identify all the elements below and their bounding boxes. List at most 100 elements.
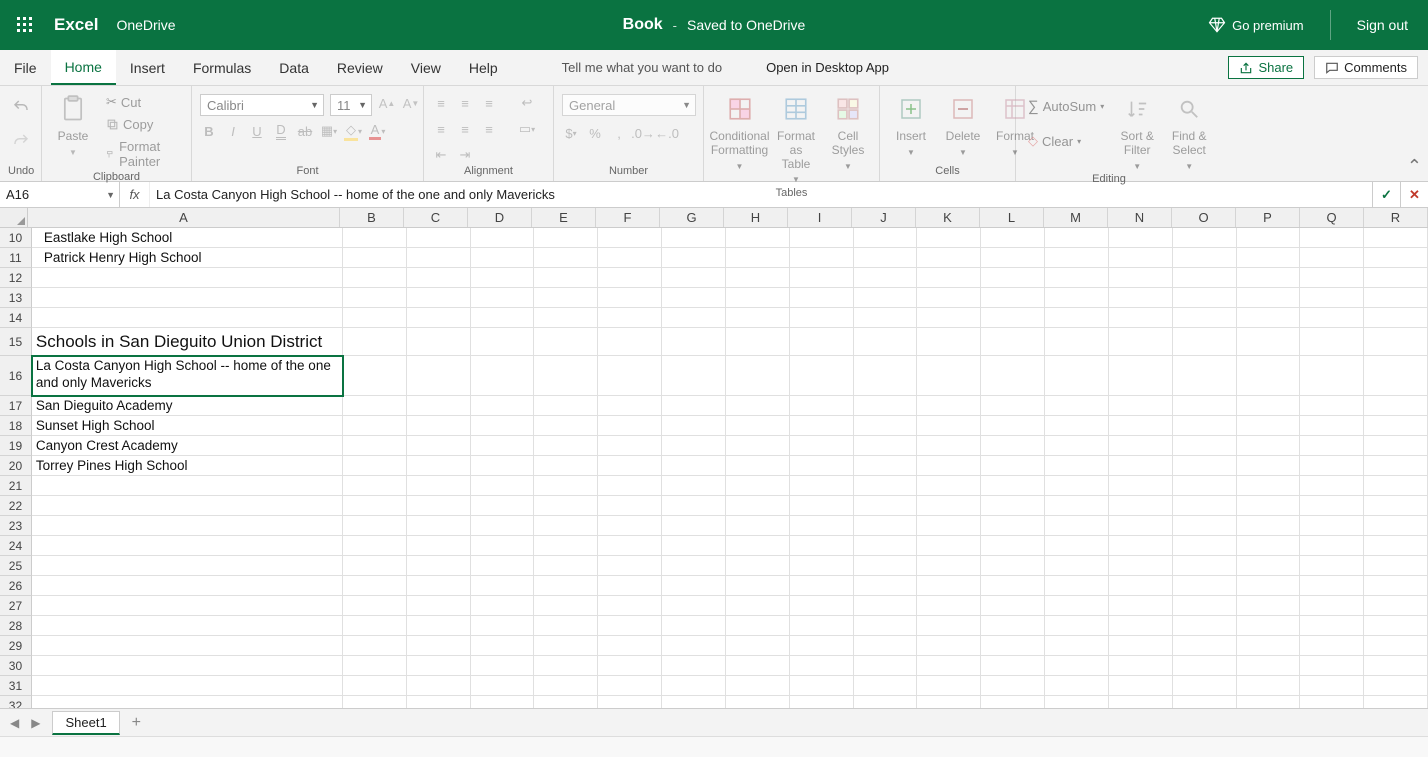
cell-R32[interactable] [1364, 696, 1428, 708]
cell-A12[interactable] [32, 268, 343, 288]
cell-E15[interactable] [534, 328, 598, 356]
cell-G13[interactable] [662, 288, 726, 308]
cell-N23[interactable] [1109, 516, 1173, 536]
cell-N32[interactable] [1109, 696, 1173, 708]
cell-C21[interactable] [407, 476, 471, 496]
cell-Q21[interactable] [1300, 476, 1364, 496]
cell-B29[interactable] [343, 636, 407, 656]
cell-J29[interactable] [854, 636, 918, 656]
cell-A31[interactable] [32, 676, 343, 696]
cell-K25[interactable] [917, 556, 981, 576]
cell-N20[interactable] [1109, 456, 1173, 476]
cell-K30[interactable] [917, 656, 981, 676]
cell-R26[interactable] [1364, 576, 1428, 596]
cell-F13[interactable] [598, 288, 662, 308]
cell-F17[interactable] [598, 396, 662, 416]
row-header-15[interactable]: 15 [0, 328, 32, 356]
cell-M24[interactable] [1045, 536, 1109, 556]
cell-O17[interactable] [1173, 396, 1237, 416]
cell-O22[interactable] [1173, 496, 1237, 516]
border-button[interactable]: ▦▾ [320, 122, 338, 140]
cell-D30[interactable] [471, 656, 535, 676]
grow-font-button[interactable]: A▲ [378, 94, 396, 112]
cell-D24[interactable] [471, 536, 535, 556]
cell-D31[interactable] [471, 676, 535, 696]
cell-J18[interactable] [854, 416, 918, 436]
cell-J31[interactable] [854, 676, 918, 696]
cell-M27[interactable] [1045, 596, 1109, 616]
cell-F32[interactable] [598, 696, 662, 708]
column-header-E[interactable]: E [532, 208, 596, 227]
cell-F12[interactable] [598, 268, 662, 288]
cell-Q18[interactable] [1300, 416, 1364, 436]
cell-A29[interactable] [32, 636, 343, 656]
cell-L22[interactable] [981, 496, 1045, 516]
column-header-O[interactable]: O [1172, 208, 1236, 227]
cell-I18[interactable] [790, 416, 854, 436]
cell-N16[interactable] [1109, 356, 1173, 396]
cell-O27[interactable] [1173, 596, 1237, 616]
cell-F24[interactable] [598, 536, 662, 556]
cell-J11[interactable] [854, 248, 918, 268]
cell-C10[interactable] [407, 228, 471, 248]
row-header-26[interactable]: 26 [0, 576, 32, 596]
row-header-24[interactable]: 24 [0, 536, 32, 556]
align-top-button[interactable]: ≡ [432, 94, 450, 112]
cut-button[interactable]: ✂Cut [102, 92, 183, 112]
cell-E26[interactable] [534, 576, 598, 596]
cell-A22[interactable] [32, 496, 343, 516]
undo-button[interactable] [8, 96, 34, 118]
cell-J28[interactable] [854, 616, 918, 636]
cell-I16[interactable] [790, 356, 854, 396]
cell-A20[interactable]: Torrey Pines High School [32, 456, 343, 476]
accounting-format-button[interactable]: $▾ [562, 124, 580, 142]
cell-K16[interactable] [917, 356, 981, 396]
cell-P23[interactable] [1237, 516, 1301, 536]
column-header-R[interactable]: R [1364, 208, 1428, 227]
share-button[interactable]: Share [1228, 56, 1304, 79]
align-bottom-button[interactable]: ≡ [480, 94, 498, 112]
decrease-indent-button[interactable]: ⇤ [432, 146, 450, 164]
cell-Q10[interactable] [1300, 228, 1364, 248]
cell-I17[interactable] [790, 396, 854, 416]
cell-K18[interactable] [917, 416, 981, 436]
cell-M28[interactable] [1045, 616, 1109, 636]
cell-Q26[interactable] [1300, 576, 1364, 596]
row-header-14[interactable]: 14 [0, 308, 32, 328]
cell-B22[interactable] [343, 496, 407, 516]
cell-G10[interactable] [662, 228, 726, 248]
cell-G25[interactable] [662, 556, 726, 576]
cell-F15[interactable] [598, 328, 662, 356]
percent-format-button[interactable]: % [586, 124, 604, 142]
cell-L16[interactable] [981, 356, 1045, 396]
cell-M30[interactable] [1045, 656, 1109, 676]
cell-R22[interactable] [1364, 496, 1428, 516]
cell-M14[interactable] [1045, 308, 1109, 328]
cell-F19[interactable] [598, 436, 662, 456]
cell-O30[interactable] [1173, 656, 1237, 676]
add-sheet-button[interactable]: + [132, 714, 141, 732]
cell-A16[interactable]: La Costa Canyon High School -- home of t… [32, 356, 343, 396]
cell-C13[interactable] [407, 288, 471, 308]
cell-J15[interactable] [854, 328, 918, 356]
cell-O29[interactable] [1173, 636, 1237, 656]
cell-C14[interactable] [407, 308, 471, 328]
cell-L19[interactable] [981, 436, 1045, 456]
cell-C32[interactable] [407, 696, 471, 708]
cell-O24[interactable] [1173, 536, 1237, 556]
cell-I24[interactable] [790, 536, 854, 556]
cell-O32[interactable] [1173, 696, 1237, 708]
cell-C20[interactable] [407, 456, 471, 476]
cell-R12[interactable] [1364, 268, 1428, 288]
cell-R13[interactable] [1364, 288, 1428, 308]
cell-O11[interactable] [1173, 248, 1237, 268]
cell-Q30[interactable] [1300, 656, 1364, 676]
cell-M20[interactable] [1045, 456, 1109, 476]
cell-J22[interactable] [854, 496, 918, 516]
cell-A18[interactable]: Sunset High School [32, 416, 343, 436]
cell-G30[interactable] [662, 656, 726, 676]
font-size-select[interactable]: 11▼ [330, 94, 372, 116]
cell-I12[interactable] [790, 268, 854, 288]
cell-K20[interactable] [917, 456, 981, 476]
cell-L25[interactable] [981, 556, 1045, 576]
